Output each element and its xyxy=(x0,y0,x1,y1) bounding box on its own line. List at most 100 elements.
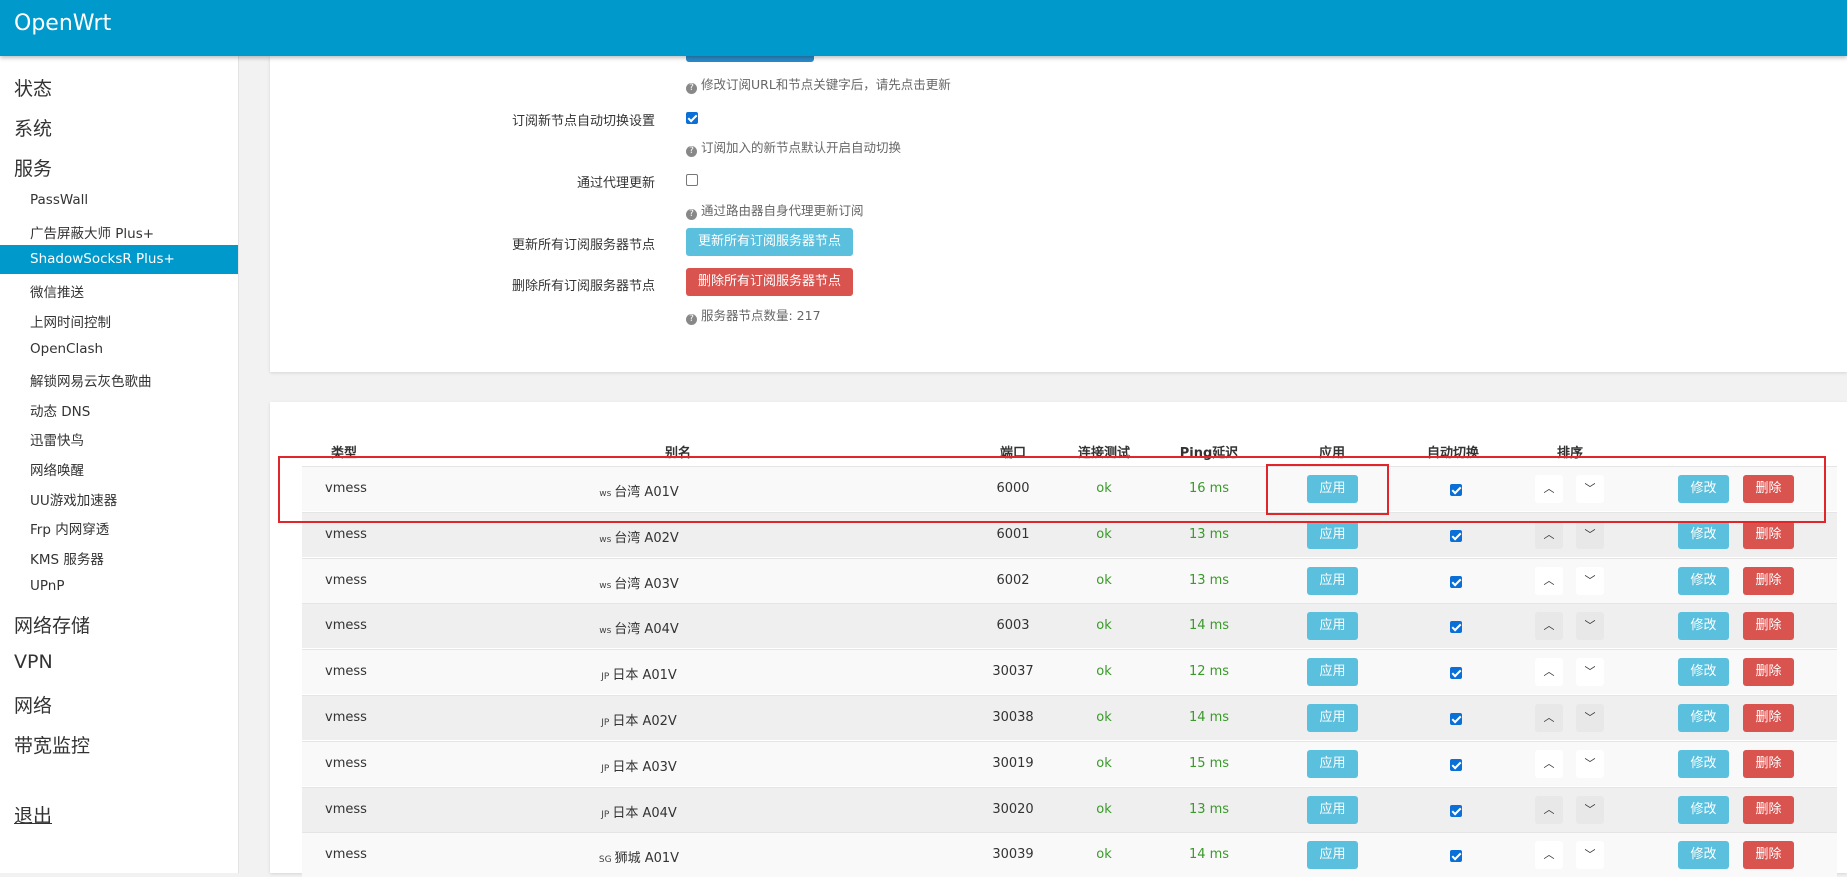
nav-ddns[interactable]: 动态 DNS xyxy=(30,400,90,420)
auto-switch-row-checkbox[interactable] xyxy=(1450,667,1462,680)
nav-system[interactable]: 系统 xyxy=(14,114,52,141)
node-port: 6003 xyxy=(996,618,1030,634)
move-down-button[interactable]: ﹀ xyxy=(1576,749,1604,778)
node-port: 30020 xyxy=(992,801,1034,817)
chevron-up-icon: ︿ xyxy=(1543,756,1555,770)
modify-button[interactable]: 修改 xyxy=(1678,658,1729,687)
delete-button[interactable]: 删除 xyxy=(1743,520,1794,549)
nav-ssr-plus[interactable]: ShadowSocksR Plus+ xyxy=(0,245,238,274)
apply-button[interactable]: 应用 xyxy=(1307,795,1358,824)
node-test-result[interactable]: ok xyxy=(1096,664,1111,679)
node-ping[interactable]: 13 ms xyxy=(1189,802,1229,817)
nav-frp[interactable]: Frp 内网穿透 xyxy=(30,518,109,538)
delete-button[interactable]: 删除 xyxy=(1743,704,1794,732)
help-icon: ? xyxy=(686,146,697,157)
nav-wol[interactable]: 网络唤醒 xyxy=(30,459,84,479)
auto-switch-row-checkbox[interactable] xyxy=(1450,575,1462,588)
nav-xunlei[interactable]: 迅雷快鸟 xyxy=(30,429,84,449)
delete-button[interactable]: 删除 xyxy=(1743,841,1794,870)
nav-wechat-push[interactable]: 微信推送 xyxy=(30,281,84,301)
move-up-button[interactable]: ︿ xyxy=(1535,704,1563,732)
nav-unblock-music[interactable]: 解锁网易云灰色歌曲 xyxy=(30,370,152,390)
move-up-button[interactable]: ︿ xyxy=(1535,749,1563,778)
brand-logo[interactable]: OpenWrt xyxy=(14,11,111,36)
modify-button[interactable]: 修改 xyxy=(1678,841,1729,870)
delete-button[interactable]: 删除 xyxy=(1743,749,1794,778)
node-ping[interactable]: 12 ms xyxy=(1189,664,1229,679)
move-up-button[interactable]: ︿ xyxy=(1535,841,1563,870)
move-down-button[interactable]: ﹀ xyxy=(1576,795,1604,824)
move-up-button[interactable]: ︿ xyxy=(1535,658,1563,687)
move-down-button[interactable]: ﹀ xyxy=(1576,841,1604,870)
nav-adblock[interactable]: 广告屏蔽大师 Plus+ xyxy=(30,222,154,242)
move-up-button[interactable]: ︿ xyxy=(1535,795,1563,824)
move-up-button[interactable]: ︿ xyxy=(1535,566,1563,595)
node-ping[interactable]: 14 ms xyxy=(1189,847,1229,862)
apply-button[interactable]: 应用 xyxy=(1307,749,1358,778)
node-test-result[interactable]: ok xyxy=(1096,756,1111,771)
modify-button[interactable]: 修改 xyxy=(1678,795,1729,824)
auto-switch-row-checkbox[interactable] xyxy=(1450,529,1462,542)
update-all-nodes-button[interactable]: 更新所有订阅服务器节点 xyxy=(686,228,854,256)
delete-all-nodes-button[interactable]: 删除所有订阅服务器节点 xyxy=(686,268,854,296)
delete-button[interactable]: 删除 xyxy=(1743,795,1794,824)
nav-upnp[interactable]: UPnP xyxy=(30,578,64,594)
node-test-result[interactable]: ok xyxy=(1096,802,1111,817)
node-test-result[interactable]: ok xyxy=(1096,710,1111,725)
node-ping[interactable]: 13 ms xyxy=(1189,527,1229,542)
auto-switch-row-checkbox[interactable] xyxy=(1450,850,1462,863)
nav-network[interactable]: 网络 xyxy=(14,691,52,718)
nav-openclash[interactable]: OpenClash xyxy=(30,341,103,357)
auto-switch-row-checkbox[interactable] xyxy=(1450,713,1462,725)
nav-uu-booster[interactable]: UU游戏加速器 xyxy=(30,489,117,509)
proxy-update-checkbox[interactable] xyxy=(686,174,698,186)
delete-button[interactable]: 删除 xyxy=(1743,566,1794,595)
modify-button[interactable]: 修改 xyxy=(1678,704,1729,732)
apply-button[interactable]: 应用 xyxy=(1307,520,1358,549)
apply-button[interactable]: 应用 xyxy=(1307,612,1358,641)
apply-button[interactable]: 应用 xyxy=(1307,566,1358,595)
node-alias: JP 日本 A02V xyxy=(601,714,677,729)
move-down-button[interactable]: ﹀ xyxy=(1576,612,1604,641)
move-up-button[interactable]: ︿ xyxy=(1535,612,1563,641)
node-ping[interactable]: 13 ms xyxy=(1189,573,1229,588)
node-ping[interactable]: 14 ms xyxy=(1189,618,1229,633)
node-test-result[interactable]: ok xyxy=(1096,573,1111,588)
auto-switch-row-checkbox[interactable] xyxy=(1450,621,1462,634)
node-test-result[interactable]: ok xyxy=(1096,847,1111,862)
nav-services[interactable]: 服务 xyxy=(14,154,52,181)
nav-logout[interactable]: 退出 xyxy=(14,801,52,828)
move-up-button[interactable]: ︿ xyxy=(1535,520,1563,549)
node-flag: JP xyxy=(601,809,610,820)
move-down-button[interactable]: ﹀ xyxy=(1576,704,1604,732)
chevron-down-icon: ﹀ xyxy=(1584,527,1596,541)
auto-switch-checkbox[interactable] xyxy=(686,112,698,124)
delete-button[interactable]: 删除 xyxy=(1743,612,1794,641)
nav-status[interactable]: 状态 xyxy=(14,74,52,101)
node-ping[interactable]: 14 ms xyxy=(1189,710,1229,725)
apply-button[interactable]: 应用 xyxy=(1307,658,1358,687)
auto-switch-row-checkbox[interactable] xyxy=(1450,804,1462,817)
node-ping[interactable]: 15 ms xyxy=(1189,756,1229,771)
node-test-result[interactable]: ok xyxy=(1096,618,1111,633)
move-down-button[interactable]: ﹀ xyxy=(1576,658,1604,687)
nav-vpn[interactable]: VPN xyxy=(14,651,53,673)
auto-switch-row-checkbox[interactable] xyxy=(1450,758,1462,771)
modify-button[interactable]: 修改 xyxy=(1678,566,1729,595)
node-test-result[interactable]: ok xyxy=(1096,527,1111,542)
apply-button[interactable]: 应用 xyxy=(1307,841,1358,870)
nav-storage[interactable]: 网络存储 xyxy=(14,611,90,638)
nav-kms[interactable]: KMS 服务器 xyxy=(30,548,104,568)
chevron-down-icon: ﹀ xyxy=(1584,802,1596,816)
modify-button[interactable]: 修改 xyxy=(1678,520,1729,549)
modify-button[interactable]: 修改 xyxy=(1678,612,1729,641)
nav-time-control[interactable]: 上网时间控制 xyxy=(30,311,111,331)
move-down-button[interactable]: ﹀ xyxy=(1576,520,1604,549)
nav-passwall[interactable]: PassWall xyxy=(30,192,88,208)
modify-button[interactable]: 修改 xyxy=(1678,749,1729,778)
chevron-up-icon: ︿ xyxy=(1543,665,1555,679)
apply-button[interactable]: 应用 xyxy=(1307,704,1358,732)
move-down-button[interactable]: ﹀ xyxy=(1576,566,1604,595)
nav-bandwidth[interactable]: 带宽监控 xyxy=(14,731,90,758)
delete-button[interactable]: 删除 xyxy=(1743,658,1794,687)
